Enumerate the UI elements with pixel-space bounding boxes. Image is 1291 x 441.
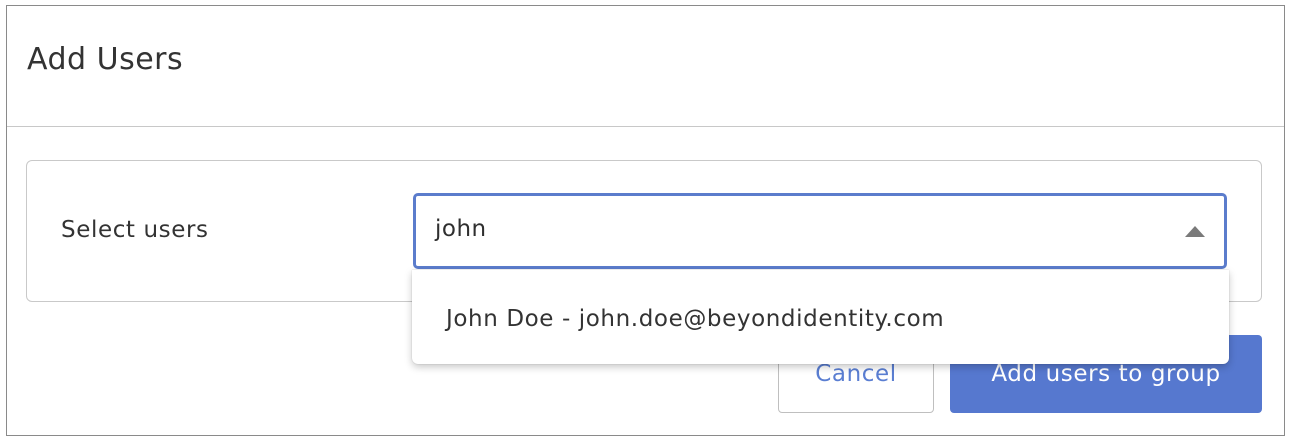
add-users-dialog: Add Users Select users john Cancel Add u… <box>6 5 1285 436</box>
select-users-input[interactable]: john <box>413 193 1227 269</box>
select-users-input-value[interactable]: john <box>435 216 487 242</box>
dialog-header: Add Users <box>7 6 1284 127</box>
caret-up-icon[interactable] <box>1185 226 1205 237</box>
user-suggestions-dropdown: John Doe - john.doe@beyondidentity.com <box>412 270 1229 364</box>
select-users-label: Select users <box>61 217 209 243</box>
dialog-title: Add Users <box>27 42 184 77</box>
dropdown-option-user[interactable]: John Doe - john.doe@beyondidentity.com <box>446 306 944 332</box>
